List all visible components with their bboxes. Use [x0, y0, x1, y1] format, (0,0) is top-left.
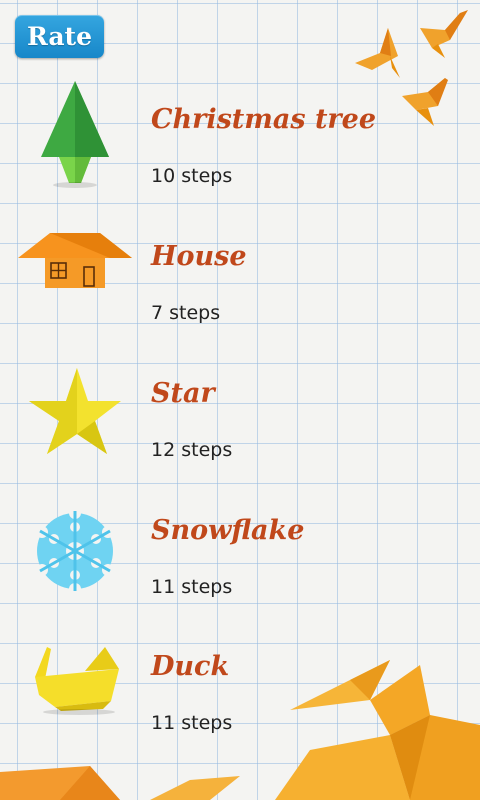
- item-title: Duck: [151, 651, 230, 682]
- snowflake-icon: [36, 507, 114, 595]
- list-item[interactable]: Star 12 steps: [0, 368, 480, 498]
- list-item[interactable]: Snowflake 11 steps: [0, 507, 480, 635]
- item-steps: 11 steps: [151, 576, 233, 598]
- item-steps: 7 steps: [151, 302, 221, 324]
- list-item[interactable]: Christmas tree 10 steps: [0, 81, 480, 224]
- origami-paper-icon: [0, 766, 240, 800]
- item-steps: 10 steps: [151, 165, 233, 187]
- item-title: Christmas tree: [151, 104, 376, 135]
- star-icon: [29, 368, 121, 454]
- duck-icon: [35, 647, 119, 715]
- house-icon: [18, 233, 132, 288]
- item-steps: 11 steps: [151, 712, 233, 734]
- origami-crane-icon: [275, 660, 480, 800]
- item-title: House: [151, 241, 247, 272]
- item-steps: 12 steps: [151, 439, 233, 461]
- item-title: Snowflake: [151, 515, 305, 546]
- list-item[interactable]: House 7 steps: [0, 233, 480, 361]
- item-title: Star: [151, 378, 215, 409]
- christmas-tree-icon: [41, 81, 109, 188]
- rate-button[interactable]: Rate: [15, 15, 104, 58]
